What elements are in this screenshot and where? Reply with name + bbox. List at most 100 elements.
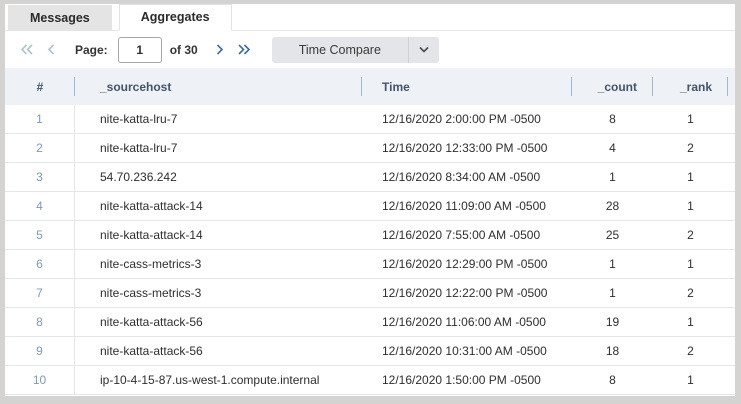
next-page-button[interactable]	[208, 38, 232, 62]
time-cell: 12/16/2020 12:22:00 PM -0500	[362, 279, 572, 307]
page-total-label: of 30	[170, 43, 198, 57]
count-cell: 4	[572, 134, 653, 162]
row-number-cell: 7	[5, 279, 75, 307]
row-number-cell: 4	[5, 192, 75, 220]
row-number-cell: 2	[5, 134, 75, 162]
chevron-left-icon	[45, 43, 58, 56]
count-cell: 25	[572, 221, 653, 249]
table-row[interactable]: 7 nite-cass-metrics-3 12/16/2020 12:22:0…	[5, 279, 735, 308]
time-compare-label[interactable]: Time Compare	[272, 37, 409, 63]
count-cell: 19	[572, 308, 653, 336]
sourcehost-cell: nite-katta-lru-7	[75, 105, 362, 133]
table-row[interactable]: 6 nite-cass-metrics-3 12/16/2020 12:29:0…	[5, 250, 735, 279]
double-chevron-right-icon	[236, 43, 252, 56]
column-header-count[interactable]: _count	[572, 68, 653, 105]
app-window: Messages Aggregates Page: of 30	[0, 0, 741, 404]
row-gutter	[728, 366, 735, 394]
time-cell: 12/16/2020 12:29:00 PM -0500	[362, 250, 572, 278]
count-cell: 8	[572, 105, 653, 133]
row-number-cell: 5	[5, 221, 75, 249]
column-header-sourcehost[interactable]: _sourcehost	[75, 68, 362, 105]
table-body: 1 nite-katta-lru-7 12/16/2020 2:00:00 PM…	[5, 105, 735, 396]
count-cell: 18	[572, 337, 653, 365]
sourcehost-cell: nite-cass-metrics-3	[75, 250, 362, 278]
row-gutter	[728, 163, 735, 191]
count-cell: 1	[572, 279, 653, 307]
row-gutter	[728, 250, 735, 278]
sourcehost-cell: nite-katta-attack-14	[75, 192, 362, 220]
sourcehost-cell: nite-katta-attack-56	[75, 337, 362, 365]
column-header-time[interactable]: Time	[362, 68, 572, 105]
row-gutter	[728, 192, 735, 220]
count-cell: 8	[572, 366, 653, 394]
time-cell: 12/16/2020 10:31:00 AM -0500	[362, 337, 572, 365]
toolbar: Page: of 30 Time Compare	[5, 31, 735, 68]
row-gutter	[728, 308, 735, 336]
sourcehost-cell: 54.70.236.242	[75, 163, 362, 191]
column-header-rank[interactable]: _rank	[653, 68, 728, 105]
rank-cell: 2	[653, 221, 728, 249]
row-gutter	[728, 337, 735, 365]
column-header-gutter	[728, 68, 735, 105]
tab-messages[interactable]: Messages	[8, 5, 112, 31]
rank-cell: 1	[653, 250, 728, 278]
sourcehost-cell: ip-10-4-15-87.us-west-1.compute.internal	[75, 366, 362, 394]
rank-cell: 1	[653, 105, 728, 133]
row-gutter	[728, 105, 735, 133]
row-number-cell: 1	[5, 105, 75, 133]
last-page-button[interactable]	[232, 38, 256, 62]
table-row[interactable]: 8 nite-katta-attack-56 12/16/2020 11:06:…	[5, 308, 735, 337]
count-cell: 28	[572, 192, 653, 220]
row-number-cell: 3	[5, 163, 75, 191]
table-row[interactable]: 4 nite-katta-attack-14 12/16/2020 11:09:…	[5, 192, 735, 221]
sourcehost-cell: nite-katta-attack-56	[75, 308, 362, 336]
time-cell: 12/16/2020 2:00:00 PM -0500	[362, 105, 572, 133]
page-label: Page:	[75, 43, 108, 57]
sourcehost-cell: nite-cass-metrics-3	[75, 279, 362, 307]
row-number-cell: 10	[5, 366, 75, 394]
table-row[interactable]: 5 nite-katta-attack-14 12/16/2020 7:55:0…	[5, 221, 735, 250]
time-cell: 12/16/2020 8:34:00 AM -0500	[362, 163, 572, 191]
prev-page-button[interactable]	[39, 38, 63, 62]
sourcehost-cell: nite-katta-attack-14	[75, 221, 362, 249]
tab-aggregates[interactable]: Aggregates	[119, 4, 232, 31]
row-gutter	[728, 279, 735, 307]
count-cell: 1	[572, 163, 653, 191]
rank-cell: 1	[653, 163, 728, 191]
row-number-cell: 9	[5, 337, 75, 365]
table-row[interactable]: 10 ip-10-4-15-87.us-west-1.compute.inter…	[5, 366, 735, 395]
table-row[interactable]: 3 54.70.236.242 12/16/2020 8:34:00 AM -0…	[5, 163, 735, 192]
row-number-cell: 6	[5, 250, 75, 278]
first-page-button[interactable]	[15, 38, 39, 62]
rank-cell: 2	[653, 279, 728, 307]
rank-cell: 2	[653, 337, 728, 365]
tab-label: Messages	[30, 11, 90, 25]
results-panel: Messages Aggregates Page: of 30	[5, 4, 735, 396]
rank-cell: 1	[653, 192, 728, 220]
time-compare-button: Time Compare	[272, 37, 439, 63]
table-header: # _sourcehost Time _count _rank	[5, 68, 735, 105]
double-chevron-left-icon	[19, 43, 35, 56]
column-header-number[interactable]: #	[5, 68, 75, 105]
chevron-down-icon[interactable]	[409, 37, 439, 63]
tab-bar: Messages Aggregates	[5, 4, 735, 31]
chevron-right-icon	[213, 43, 226, 56]
table-row[interactable]: 9 nite-katta-attack-56 12/16/2020 10:31:…	[5, 337, 735, 366]
row-gutter	[728, 221, 735, 249]
time-cell: 12/16/2020 12:33:00 PM -0500	[362, 134, 572, 162]
tab-label: Aggregates	[141, 10, 210, 24]
time-cell: 12/16/2020 1:50:00 PM -0500	[362, 366, 572, 394]
page-number-input[interactable]	[118, 37, 162, 63]
rank-cell: 1	[653, 366, 728, 394]
rank-cell: 2	[653, 134, 728, 162]
table-row[interactable]: 2 nite-katta-lru-7 12/16/2020 12:33:00 P…	[5, 134, 735, 163]
table-row[interactable]: 1 nite-katta-lru-7 12/16/2020 2:00:00 PM…	[5, 105, 735, 134]
time-cell: 12/16/2020 7:55:00 AM -0500	[362, 221, 572, 249]
row-number-cell: 8	[5, 308, 75, 336]
sourcehost-cell: nite-katta-lru-7	[75, 134, 362, 162]
time-cell: 12/16/2020 11:09:00 AM -0500	[362, 192, 572, 220]
time-cell: 12/16/2020 11:06:00 AM -0500	[362, 308, 572, 336]
row-gutter	[728, 134, 735, 162]
count-cell: 1	[572, 250, 653, 278]
rank-cell: 1	[653, 308, 728, 336]
